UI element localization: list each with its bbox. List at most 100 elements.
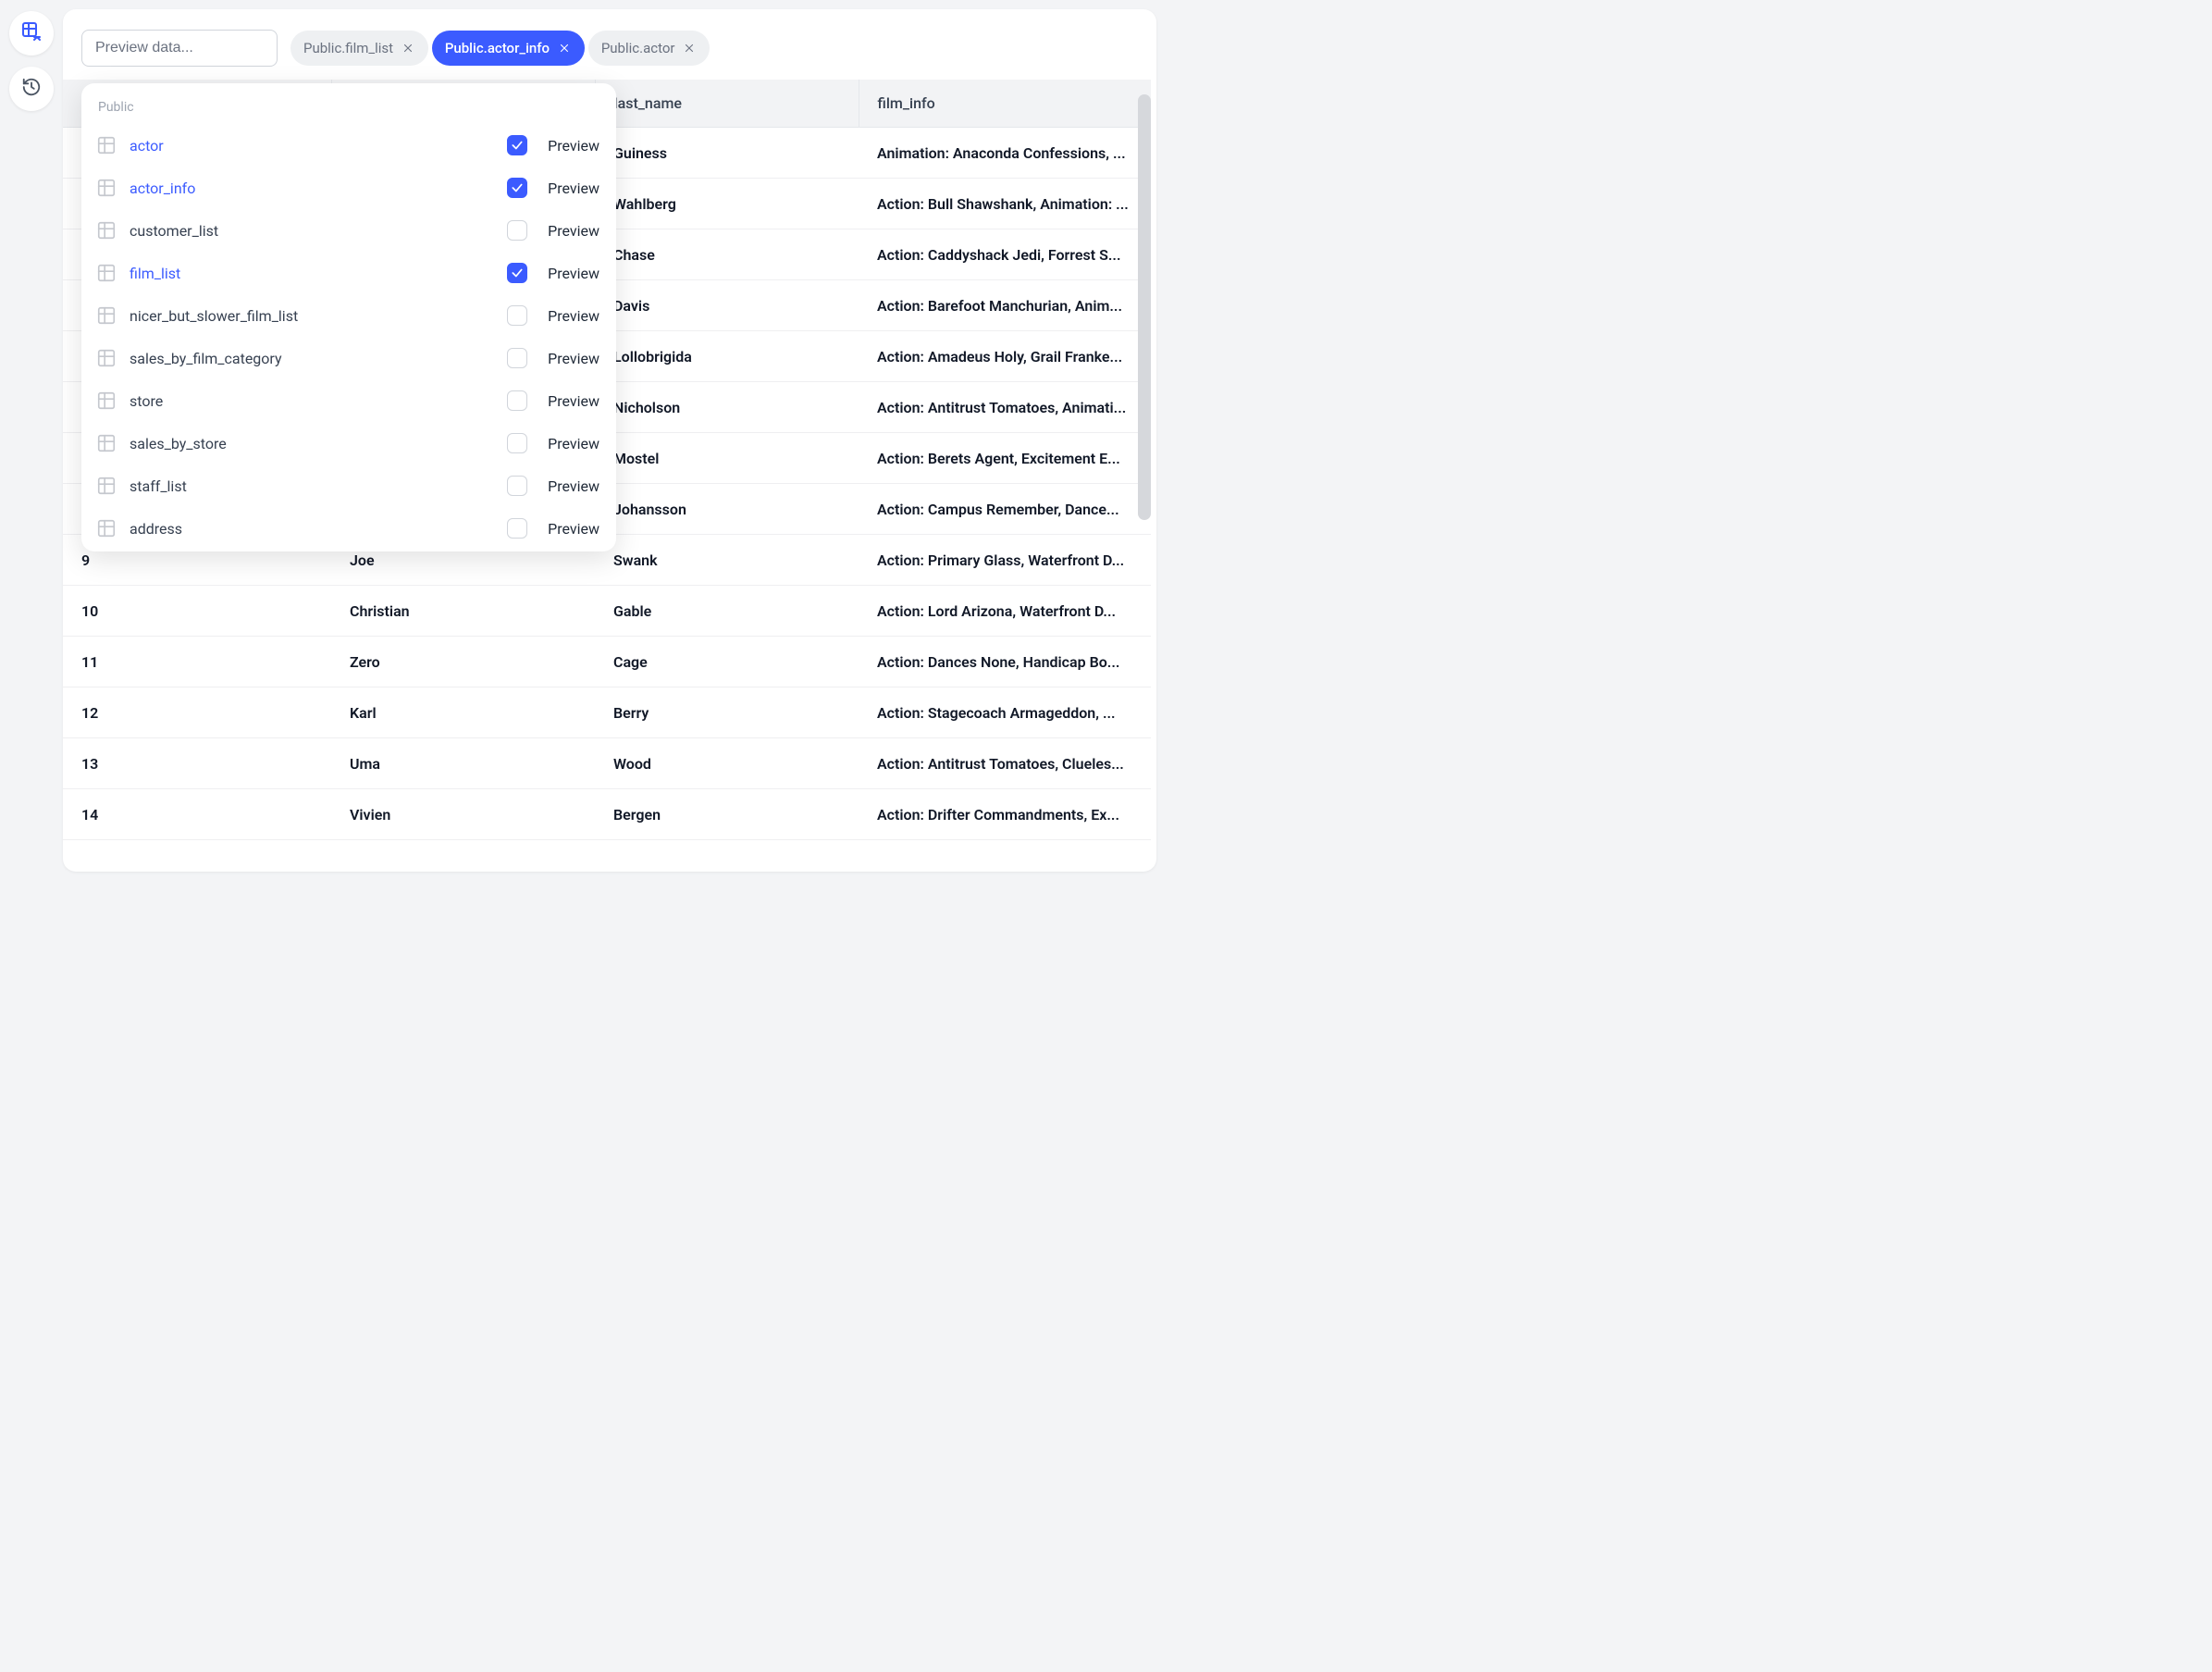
preview-label: Preview (548, 307, 599, 325)
cell-last-name: Nicholson (595, 382, 859, 433)
cell-last-name: Gable (595, 586, 859, 637)
table-row[interactable]: 13UmaWoodAction: Antitrust Tomatoes, Clu… (63, 738, 1151, 789)
tabs-host: Public.film_list Public.actor_info Publi… (290, 31, 710, 66)
table-icon (94, 431, 118, 455)
cell-film-info: Action: Lord Arizona, Waterfront D... (859, 586, 1151, 637)
history-icon (21, 77, 42, 101)
preview-checkbox[interactable] (507, 348, 527, 368)
cell-first-name: Uma (331, 738, 595, 789)
cell-film-info: Action: Bull Shawshank, Animation: ... (859, 179, 1151, 229)
history-button[interactable] (9, 67, 54, 111)
preview-checkbox[interactable] (507, 178, 527, 198)
cell-film-info: Action: Berets Agent, Excitement E... (859, 433, 1151, 484)
preview-label: Preview (548, 520, 599, 538)
dropdown-item[interactable]: staff_listPreview (81, 464, 616, 507)
table-icon (94, 261, 118, 285)
table-row[interactable]: 10ChristianGableAction: Lord Arizona, Wa… (63, 586, 1151, 637)
cell-film-info: Action: Dances None, Handicap Bo... (859, 637, 1151, 687)
preview-checkbox[interactable] (507, 263, 527, 283)
preview-search-input[interactable] (81, 30, 278, 67)
table-icon (94, 218, 118, 242)
cell-film-info: Animation: Anaconda Confessions, ... (859, 128, 1151, 179)
dropdown-item[interactable]: actorPreview (81, 124, 616, 167)
dropdown-item-label: actor_info (130, 180, 496, 197)
col-film-info[interactable]: film_info (859, 80, 1151, 128)
cell-film-info: Action: Drifter Commandments, Ex... (859, 789, 1151, 840)
close-icon[interactable] (682, 41, 697, 56)
cell-film-info: Action: Antitrust Tomatoes, Clueles... (859, 738, 1151, 789)
dropdown-item[interactable]: customer_list Preview (81, 209, 616, 252)
table-row[interactable]: 14VivienBergenAction: Drifter Commandmen… (63, 789, 1151, 840)
tab[interactable]: Public.actor (588, 31, 711, 66)
preview-checkbox[interactable] (507, 476, 527, 496)
preview-checkbox[interactable] (507, 518, 527, 539)
preview-label: Preview (548, 265, 599, 282)
dropdown-item[interactable]: sales_by_store Preview (81, 422, 616, 464)
table-row[interactable]: 12KarlBerryAction: Stagecoach Armageddon… (63, 687, 1151, 738)
cell-last-name: Wood (595, 738, 859, 789)
cell-last-name: Johansson (595, 484, 859, 535)
tab[interactable]: Public.actor_info (432, 31, 585, 66)
table-export-button[interactable] (9, 11, 54, 56)
dropdown-item[interactable]: sales_by_film_category Preview (81, 337, 616, 379)
cell-film-info: Action: Primary Glass, Waterfront D... (859, 535, 1151, 586)
dropdown-item-label: address (130, 520, 496, 538)
dropdown-item-label: sales_by_store (130, 435, 496, 452)
close-icon[interactable] (401, 41, 415, 56)
cell-actor-id: 11 (63, 637, 331, 687)
cell-actor-id: 13 (63, 738, 331, 789)
cell-last-name: Davis (595, 280, 859, 331)
table-icon (94, 303, 118, 328)
dropdown-item[interactable]: film_list Preview (81, 252, 616, 294)
dropdown-item[interactable]: address Preview (81, 507, 616, 550)
preview-checkbox[interactable] (507, 390, 527, 411)
cell-actor-id: 10 (63, 586, 331, 637)
cell-last-name: Swank (595, 535, 859, 586)
dropdown-item-label: customer_list (130, 222, 496, 240)
dropdown-item[interactable]: storePreview (81, 379, 616, 422)
preview-label: Preview (548, 222, 599, 240)
dropdown-item-label: actor (130, 137, 496, 155)
vertical-scrollbar[interactable] (1138, 94, 1151, 859)
side-rail (0, 0, 63, 881)
dropdown-item[interactable]: nicer_but_slower_film_listPreview (81, 294, 616, 337)
table-icon (94, 516, 118, 540)
dropdown-item[interactable]: actor_infoPreview (81, 167, 616, 209)
preview-checkbox[interactable] (507, 220, 527, 241)
table-icon (94, 389, 118, 413)
preview-label: Preview (548, 350, 599, 367)
dropdown-list: actorPreviewactor_infoPreviewcustomer_li… (81, 124, 616, 550)
cell-last-name: Guiness (595, 128, 859, 179)
table-icon (94, 176, 118, 200)
dropdown-item-label: sales_by_film_category (130, 350, 496, 367)
cell-last-name: Berry (595, 687, 859, 738)
preview-checkbox[interactable] (507, 433, 527, 453)
dropdown-item-label: store (130, 392, 496, 410)
preview-label: Preview (548, 435, 599, 452)
dropdown-item-label: film_list (130, 265, 496, 282)
table-row[interactable]: 11ZeroCageAction: Dances None, Handicap … (63, 637, 1151, 687)
dropdown-section-label: Public (81, 94, 616, 124)
cell-actor-id: 12 (63, 687, 331, 738)
app-root: Public.film_list Public.actor_info Publi… (0, 0, 1166, 881)
cell-last-name: Cage (595, 637, 859, 687)
top-bar: Public.film_list Public.actor_info Publi… (63, 9, 1156, 80)
main-panel: Public.film_list Public.actor_info Publi… (63, 9, 1156, 872)
close-icon[interactable] (557, 41, 572, 56)
tab-label: Public.actor_info (445, 40, 550, 56)
cell-last-name: Bergen (595, 789, 859, 840)
cell-film-info: Action: Campus Remember, Dance... (859, 484, 1151, 535)
dropdown-item-label: staff_list (130, 477, 496, 495)
cell-film-info: Action: Antitrust Tomatoes, Animati... (859, 382, 1151, 433)
preview-checkbox[interactable] (507, 305, 527, 326)
table-icon (94, 133, 118, 157)
vertical-scrollbar-thumb[interactable] (1138, 94, 1151, 520)
cell-first-name: Vivien (331, 789, 595, 840)
col-last-name[interactable]: last_name (595, 80, 859, 128)
preview-checkbox[interactable] (507, 135, 527, 155)
cell-actor-id: 14 (63, 789, 331, 840)
cell-first-name: Karl (331, 687, 595, 738)
tab-label: Public.actor (601, 40, 675, 56)
table-icon (94, 346, 118, 370)
tab[interactable]: Public.film_list (290, 31, 428, 66)
